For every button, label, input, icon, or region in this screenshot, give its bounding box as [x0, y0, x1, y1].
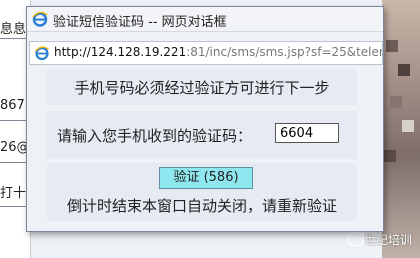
ie-logo-icon — [32, 11, 48, 27]
ie-page-icon — [34, 45, 50, 61]
address-bar[interactable]: http://124.128.19.221:81/inc/sms/sms.jsp… — [29, 41, 383, 65]
pixel-block — [402, 120, 414, 132]
code-form-panel: 请输入您手机收到的验证码： — [47, 111, 357, 159]
action-panel: 验证 (586) 倒计时结束本窗口自动关闭，请重新验证 — [47, 163, 357, 221]
web-dialog-window: 验证短信验证码 -- 网页对话框 http://124.128.19.221:8… — [26, 6, 384, 232]
verification-code-input[interactable] — [275, 123, 339, 143]
heading-panel: 手机号码必须经过验证方可进行下一步 — [47, 69, 357, 105]
code-prompt-label: 请输入您手机收到的验证码： — [57, 127, 253, 145]
url-host: http://124.128.19.221 — [54, 45, 187, 59]
address-url: http://124.128.19.221:81/inc/sms/sms.jsp… — [54, 45, 383, 59]
dialog-title: 验证短信验证码 -- 网页对话框 — [53, 15, 227, 30]
url-path: :81/inc/sms/sms.jsp?sf=25&telenu — [186, 45, 383, 59]
verify-button[interactable]: 验证 (586) — [159, 167, 253, 189]
verification-heading: 手机号码必须经过验证方可进行下一步 — [74, 79, 330, 97]
pixel-block — [390, 96, 402, 108]
pixel-block — [386, 40, 398, 52]
blurred-background-image — [382, 0, 420, 258]
dialog-titlebar[interactable]: 验证短信验证码 -- 网页对话框 — [27, 7, 383, 32]
watermark-text: 世纪培训 — [363, 233, 412, 247]
pixel-block — [398, 64, 410, 76]
countdown-notice: 倒计时结束本窗口自动关闭，请重新验证 — [66, 197, 337, 215]
wechat-icon — [348, 232, 364, 246]
pixel-block — [384, 150, 396, 162]
